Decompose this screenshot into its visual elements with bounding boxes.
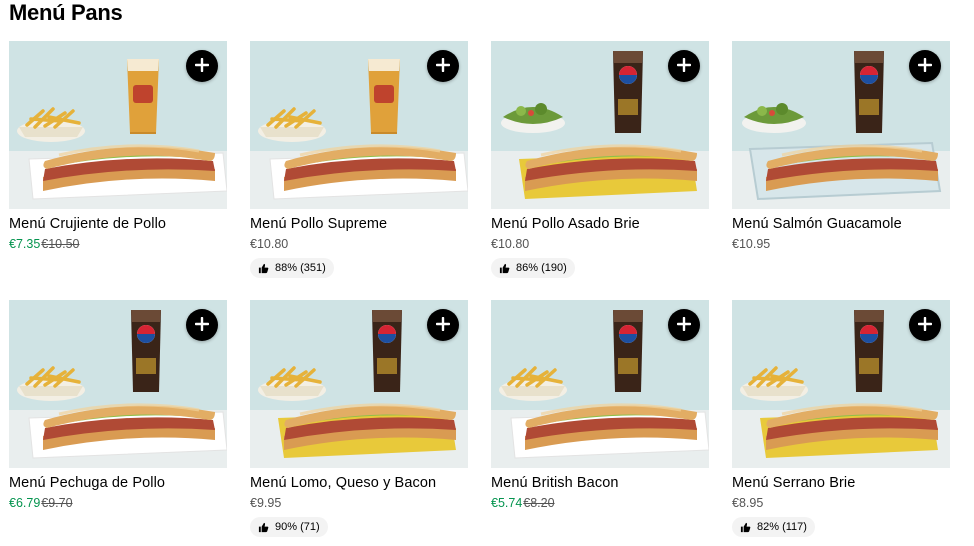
salad-bowl — [501, 103, 565, 133]
rating-text: 82% (117) — [757, 521, 807, 533]
item-price-row: €9.95 — [250, 495, 468, 511]
cola-glass — [613, 310, 643, 392]
plus-icon — [194, 57, 210, 75]
item-image[interactable] — [9, 41, 227, 209]
rating-badge: 88% (351) — [250, 258, 334, 278]
item-price: €5.74 — [491, 496, 523, 510]
rating-badge: 82% (117) — [732, 517, 815, 537]
item-name[interactable]: Menú Pollo Supreme — [250, 215, 468, 233]
item-price: €10.95 — [732, 237, 771, 251]
item-price-row: €7.35€10.50 — [9, 236, 227, 252]
rating-text: 90% (71) — [275, 521, 320, 533]
plus-icon — [194, 316, 210, 334]
item-image[interactable] — [491, 41, 709, 209]
rating-badge: 86% (190) — [491, 258, 575, 278]
plus-icon — [435, 316, 451, 334]
fries-bowl — [17, 366, 85, 401]
fries-bowl — [499, 366, 567, 401]
menu-item-card[interactable]: Menú Crujiente de Pollo €7.35€10.50 — [9, 41, 227, 252]
item-old-price: €10.50 — [41, 237, 80, 251]
menu-item-card[interactable]: Menú Pollo Asado Brie €10.80 86% (190) — [491, 41, 709, 279]
beer-glass — [368, 59, 400, 134]
add-to-cart-button[interactable] — [668, 50, 700, 82]
thumbs-up-icon — [258, 263, 269, 274]
cola-glass — [372, 310, 402, 392]
add-to-cart-button[interactable] — [909, 309, 941, 341]
fries-bowl — [258, 366, 326, 401]
menu-item-card[interactable]: Menú British Bacon €5.74€8.20 — [491, 300, 709, 511]
menu-item-card[interactable]: Menú Pechuga de Pollo €6.79€9.70 — [9, 300, 227, 511]
item-name[interactable]: Menú British Bacon — [491, 474, 709, 492]
fries-bowl — [740, 366, 808, 401]
item-price: €6.79 — [9, 496, 41, 510]
item-name[interactable]: Menú Salmón Guacamole — [732, 215, 950, 233]
thumbs-up-icon — [740, 522, 751, 533]
item-old-price: €9.70 — [41, 496, 73, 510]
menu-item-card[interactable]: Menú Pollo Supreme €10.80 88% (351) — [250, 41, 468, 279]
item-old-price: €8.20 — [523, 496, 555, 510]
item-name[interactable]: Menú Serrano Brie — [732, 474, 950, 492]
item-price: €9.95 — [250, 496, 282, 510]
item-image[interactable] — [250, 300, 468, 468]
section-title: Menú Pans — [9, 0, 123, 25]
beer-glass — [127, 59, 159, 134]
cola-glass — [854, 51, 884, 133]
item-price: €8.95 — [732, 496, 764, 510]
add-to-cart-button[interactable] — [427, 309, 459, 341]
menu-item-card[interactable]: Menú Serrano Brie €8.95 82% (117) — [732, 300, 950, 538]
item-price-row: €10.80 — [250, 236, 468, 252]
menu-item-card[interactable]: Menú Lomo, Queso y Bacon €9.95 90% (71) — [250, 300, 468, 538]
fries-bowl — [17, 107, 85, 142]
rating-text: 86% (190) — [516, 262, 567, 274]
add-to-cart-button[interactable] — [909, 50, 941, 82]
item-image[interactable] — [732, 300, 950, 468]
add-to-cart-button[interactable] — [186, 50, 218, 82]
cola-glass — [131, 310, 161, 392]
salad-bowl — [742, 103, 806, 133]
item-price: €10.80 — [491, 237, 530, 251]
item-image[interactable] — [491, 300, 709, 468]
thumbs-up-icon — [499, 263, 510, 274]
menu-item-card[interactable]: Menú Salmón Guacamole €10.95 — [732, 41, 950, 252]
item-name[interactable]: Menú Pollo Asado Brie — [491, 215, 709, 233]
item-price: €10.80 — [250, 237, 289, 251]
item-price-row: €10.80 — [491, 236, 709, 252]
plus-icon — [917, 316, 933, 334]
add-to-cart-button[interactable] — [668, 309, 700, 341]
add-to-cart-button[interactable] — [186, 309, 218, 341]
plus-icon — [676, 316, 692, 334]
cola-glass — [854, 310, 884, 392]
plus-icon — [917, 57, 933, 75]
cola-glass — [613, 51, 643, 133]
item-price-row: €8.95 — [732, 495, 950, 511]
add-to-cart-button[interactable] — [427, 50, 459, 82]
item-price-row: €5.74€8.20 — [491, 495, 709, 511]
rating-badge: 90% (71) — [250, 517, 328, 537]
item-price-row: €10.95 — [732, 236, 950, 252]
item-image[interactable] — [9, 300, 227, 468]
item-image[interactable] — [732, 41, 950, 209]
plus-icon — [676, 57, 692, 75]
item-name[interactable]: Menú Pechuga de Pollo — [9, 474, 227, 492]
item-name[interactable]: Menú Crujiente de Pollo — [9, 215, 227, 233]
item-price-row: €6.79€9.70 — [9, 495, 227, 511]
item-image[interactable] — [250, 41, 468, 209]
item-price: €7.35 — [9, 237, 41, 251]
plus-icon — [435, 57, 451, 75]
rating-text: 88% (351) — [275, 262, 326, 274]
thumbs-up-icon — [258, 522, 269, 533]
fries-bowl — [258, 107, 326, 142]
item-name[interactable]: Menú Lomo, Queso y Bacon — [250, 474, 468, 492]
